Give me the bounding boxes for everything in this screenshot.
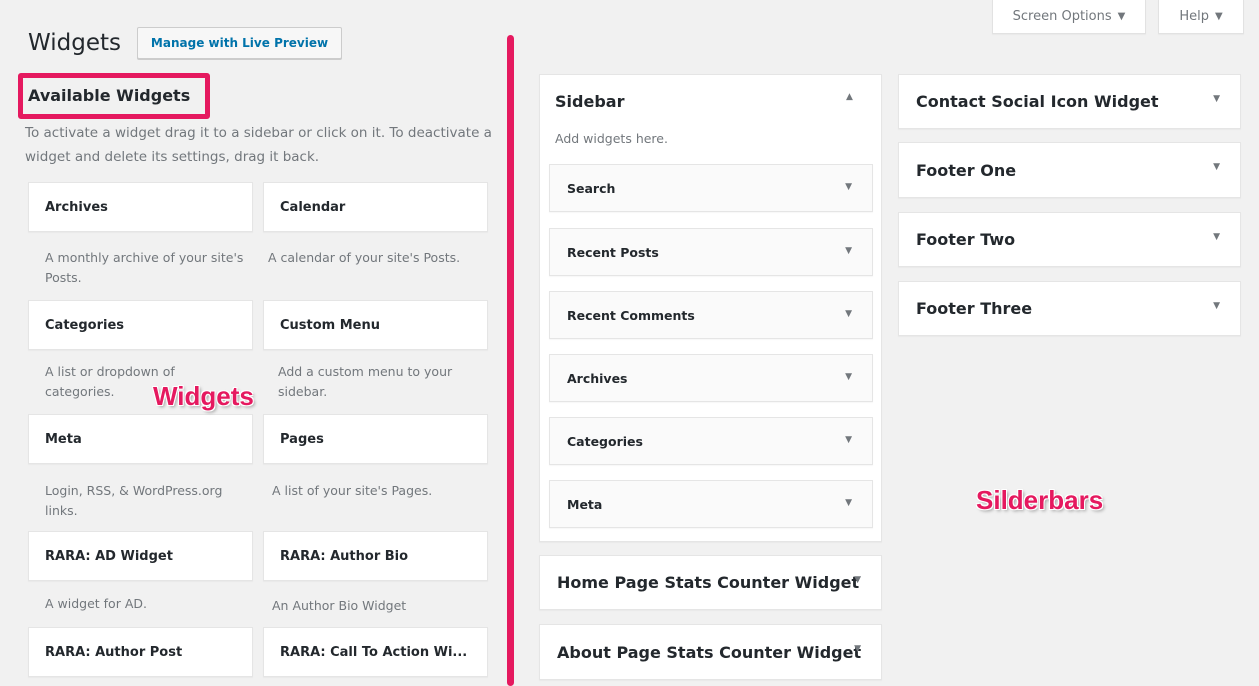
widget-label: RARA: Author Bio <box>280 548 409 564</box>
available-widgets-description: To activate a widget drag it to a sideba… <box>25 125 492 165</box>
sidebar-item-categories[interactable]: Categories ▼ <box>549 417 873 465</box>
caret-down-icon[interactable]: ▼ <box>1213 301 1220 311</box>
widget-label: Custom Menu <box>280 317 381 333</box>
caret-down-icon[interactable]: ▼ <box>854 575 861 585</box>
widget-custom-menu[interactable]: Custom Menu <box>263 300 488 350</box>
caret-down-icon: ▼ <box>1214 11 1223 22</box>
widget-rara-ad[interactable]: RARA: AD Widget <box>28 531 253 581</box>
widget-rara-author-post[interactable]: RARA: Author Post <box>28 627 253 677</box>
widget-description: A calendar of your site's Posts. <box>268 250 461 265</box>
caret-down-icon[interactable]: ▼ <box>845 372 852 382</box>
sidebar-item-meta[interactable]: Meta ▼ <box>549 480 873 528</box>
sidebar-item-label: Recent Posts <box>567 244 659 260</box>
caret-down-icon[interactable]: ▼ <box>845 498 852 508</box>
sidebars-annotation-label: Silderbars <box>976 485 1104 515</box>
caret-up-icon[interactable]: ▲ <box>846 92 853 102</box>
help-label: Help <box>1179 9 1209 24</box>
sidebar-item-archives[interactable]: Archives ▼ <box>549 354 873 402</box>
sidebar-item-recent-comments[interactable]: Recent Comments ▼ <box>549 291 873 339</box>
widget-label: RARA: Call To Action Wi... <box>280 644 468 660</box>
sidebar-contact-social-icon[interactable]: Contact Social Icon Widget ▼ <box>898 74 1241 129</box>
screen-options-label: Screen Options <box>1012 9 1112 24</box>
sidebar-item-search[interactable]: Search ▼ <box>549 164 873 212</box>
sidebar-box-title: About Page Stats Counter Widget <box>557 642 862 662</box>
widget-label: Categories <box>45 317 125 333</box>
sidebar-footer-one[interactable]: Footer One ▼ <box>898 142 1241 198</box>
widget-description: An Author Bio Widget <box>272 598 407 613</box>
widget-description: Login, RSS, & WordPress.org links. <box>45 483 223 518</box>
widget-calendar[interactable]: Calendar <box>263 182 488 232</box>
widget-label: Pages <box>280 431 324 447</box>
sidebar-home-page-stats[interactable]: Home Page Stats Counter Widget ▼ <box>539 555 882 610</box>
widget-description: A widget for AD. <box>45 596 147 611</box>
annotation-divider <box>507 35 514 686</box>
sidebar-item-recent-posts[interactable]: Recent Posts ▼ <box>549 228 873 276</box>
widget-label: Meta <box>45 431 82 447</box>
sidebar-title[interactable]: Sidebar <box>555 92 624 111</box>
caret-down-icon: ▼ <box>1117 11 1126 22</box>
help-tab[interactable]: Help ▼ <box>1158 0 1244 34</box>
caret-down-icon[interactable]: ▼ <box>1213 232 1220 242</box>
page-title: Widgets <box>28 30 121 56</box>
caret-down-icon[interactable]: ▼ <box>854 644 861 654</box>
caret-down-icon[interactable]: ▼ <box>845 246 852 256</box>
widget-label: RARA: Author Post <box>45 644 183 660</box>
sidebar-item-label: Recent Comments <box>567 307 695 323</box>
widget-description: A list of your site's Pages. <box>272 483 433 498</box>
sidebar-description: Add widgets here. <box>555 131 668 146</box>
sidebar-about-page-stats[interactable]: About Page Stats Counter Widget ▼ <box>539 624 882 680</box>
widget-label: Calendar <box>280 199 346 215</box>
sidebar-item-label: Categories <box>567 433 643 449</box>
sidebar-box-title: Home Page Stats Counter Widget <box>557 573 860 592</box>
widget-label: RARA: AD Widget <box>45 548 173 564</box>
caret-down-icon[interactable]: ▼ <box>845 435 852 445</box>
widget-description: A monthly archive of your site's Posts. <box>45 250 244 285</box>
widget-pages[interactable]: Pages <box>263 414 488 464</box>
widget-meta[interactable]: Meta <box>28 414 253 464</box>
caret-down-icon[interactable]: ▼ <box>1213 94 1220 104</box>
screen-options-tab[interactable]: Screen Options ▼ <box>992 0 1146 34</box>
widget-label: Archives <box>45 199 108 215</box>
sidebar-box-title: Footer Three <box>916 299 1033 318</box>
sidebar-footer-three[interactable]: Footer Three ▼ <box>898 281 1241 336</box>
sidebar-item-label: Archives <box>567 370 628 386</box>
caret-down-icon[interactable]: ▼ <box>845 309 852 319</box>
widget-rara-call-to-action[interactable]: RARA: Call To Action Wi... <box>263 627 488 677</box>
sidebar-item-label: Meta <box>567 496 603 512</box>
caret-down-icon[interactable]: ▼ <box>845 182 852 192</box>
available-widgets-title: Available Widgets <box>28 86 191 105</box>
widgets-annotation-label: Widgets <box>153 381 254 411</box>
sidebar-box-title: Contact Social Icon Widget <box>916 92 1159 111</box>
sidebar-footer-two[interactable]: Footer Two ▼ <box>898 212 1241 267</box>
widget-categories[interactable]: Categories <box>28 300 253 350</box>
caret-down-icon[interactable]: ▼ <box>1213 162 1220 172</box>
sidebar-box-title: Footer One <box>916 160 1017 180</box>
widget-rara-author-bio[interactable]: RARA: Author Bio <box>263 531 488 581</box>
sidebar-item-label: Search <box>567 180 616 196</box>
widget-archives[interactable]: Archives <box>28 182 253 232</box>
widget-description: Add a custom menu to your sidebar. <box>278 364 453 399</box>
manage-live-preview-button[interactable]: Manage with Live Preview <box>137 27 342 59</box>
sidebar-box-title: Footer Two <box>916 230 1016 249</box>
